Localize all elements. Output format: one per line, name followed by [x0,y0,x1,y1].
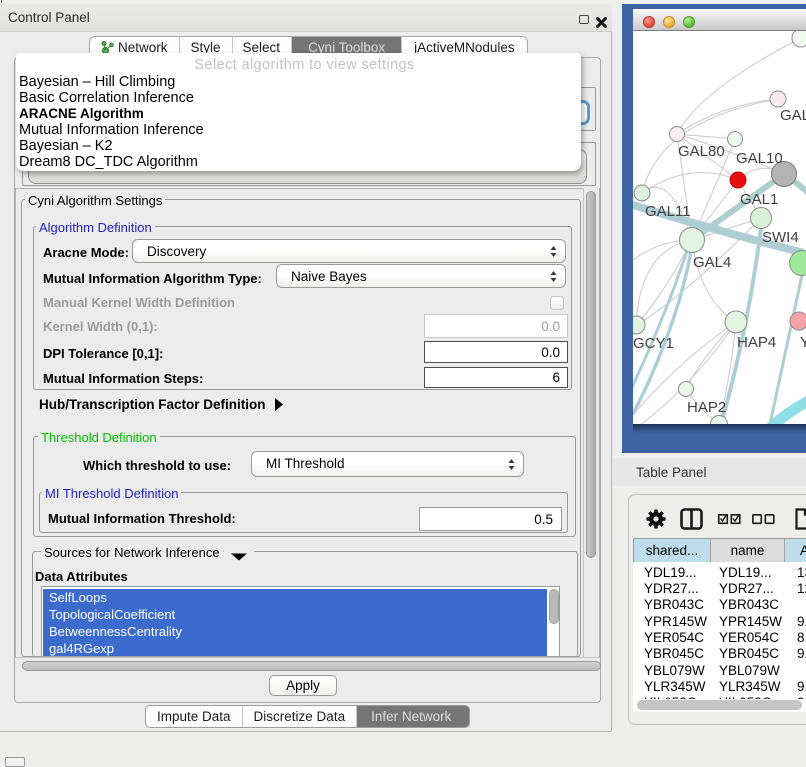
svg-text:GAL1: GAL1 [740,191,778,208]
svg-text:GAL80: GAL80 [678,143,725,160]
svg-text:GAL11: GAL11 [645,203,691,220]
svg-text:GAL10: GAL10 [736,150,783,167]
svg-text:GCY1: GCY1 [633,335,674,352]
svg-text:YJ: YJ [800,334,806,351]
svg-text:HAP4: HAP4 [737,334,776,351]
svg-text:SWI4: SWI4 [762,229,799,246]
svg-text:GAL4: GAL4 [693,254,731,271]
svg-text:GAL7: GAL7 [780,107,806,124]
svg-text:HAP2: HAP2 [687,399,726,416]
